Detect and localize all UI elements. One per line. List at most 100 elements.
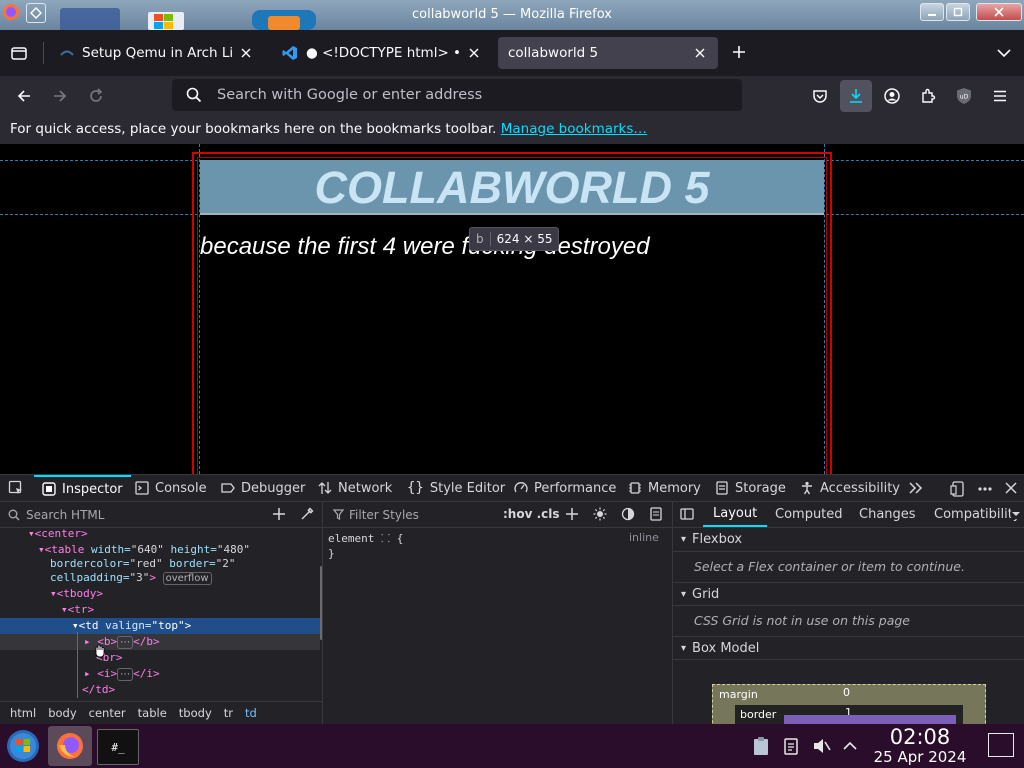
rule-source[interactable]: inline bbox=[629, 531, 659, 544]
accessibility-icon bbox=[800, 481, 814, 495]
breadcrumb-item[interactable]: html bbox=[10, 706, 36, 720]
tab-setup-qemu[interactable]: Setup Qemu in Arch Linu bbox=[50, 37, 264, 69]
toggle-sidebar-icon[interactable] bbox=[680, 507, 694, 521]
downloads-icon[interactable] bbox=[840, 80, 872, 112]
add-node-plus-icon[interactable] bbox=[272, 507, 286, 521]
ublock-origin-shield-icon[interactable]: uD bbox=[956, 87, 972, 105]
clock[interactable]: 02:08 25 Apr 2024 bbox=[868, 726, 972, 766]
list-all-tabs-chevron-down-icon[interactable] bbox=[996, 45, 1012, 61]
search-html-input[interactable]: Search HTML bbox=[26, 508, 104, 522]
forward-arrow-icon[interactable] bbox=[52, 88, 68, 104]
grid-section-header[interactable]: ▾ Grid bbox=[673, 582, 1024, 606]
add-rule-plus-icon[interactable] bbox=[565, 507, 579, 521]
node-tag: > bbox=[184, 619, 192, 632]
firefox-taskbar-icon[interactable] bbox=[48, 726, 92, 766]
light-mode-sun-icon[interactable] bbox=[593, 507, 607, 521]
element-picker-icon[interactable] bbox=[8, 480, 24, 496]
sidebar-tabs-dropdown-icon[interactable] bbox=[1011, 509, 1021, 519]
tab-style-editor[interactable]: {} Style Editor bbox=[407, 475, 505, 501]
node-attr: bordercolor= bbox=[50, 557, 130, 570]
print-media-icon[interactable] bbox=[649, 507, 663, 521]
grid-message: CSS Grid is not in use on this page bbox=[694, 613, 910, 628]
eyedropper-icon[interactable] bbox=[300, 507, 314, 521]
tab-inspector[interactable]: Inspector bbox=[34, 475, 131, 501]
tab-computed[interactable]: Computed bbox=[775, 507, 843, 522]
node-tr[interactable]: ▾<tr> bbox=[61, 603, 94, 616]
dark-mode-contrast-icon[interactable] bbox=[621, 507, 635, 521]
node-tag: <tr> bbox=[67, 603, 95, 616]
url-input-placeholder[interactable]: Search with Google or enter address bbox=[217, 87, 482, 103]
node-table[interactable]: ▾<table width="640" height="480" bbox=[38, 543, 250, 556]
tab-compatibility[interactable]: Compatibility bbox=[934, 507, 1021, 522]
breadcrumb-item-selected[interactable]: td bbox=[245, 706, 257, 720]
devtools-options-ellipsis-icon[interactable] bbox=[977, 481, 993, 497]
tab-changes[interactable]: Changes bbox=[859, 507, 916, 522]
pocket-icon[interactable] bbox=[812, 88, 828, 104]
maximize-button[interactable] bbox=[946, 3, 970, 21]
url-bar[interactable]: Search with Google or enter address bbox=[172, 79, 742, 111]
tab-storage[interactable]: Storage bbox=[715, 475, 786, 501]
tab-vscode-doctype[interactable]: ● <!DOCTYPE html> • a bbox=[272, 37, 492, 69]
pseudo-class-toggle[interactable]: :hov .cls bbox=[503, 507, 560, 521]
show-desktop-button[interactable] bbox=[988, 733, 1014, 757]
collapsed-content-badge[interactable]: ⋯ bbox=[117, 636, 134, 649]
new-tab-plus-icon[interactable] bbox=[731, 44, 747, 60]
tab-collabworld[interactable]: collabworld 5 bbox=[498, 37, 718, 69]
boxmodel-padding[interactable] bbox=[784, 715, 956, 724]
boxmodel-section-header[interactable]: ▾ Box Model bbox=[673, 636, 1024, 660]
node-center[interactable]: ▾<center> bbox=[28, 527, 88, 540]
breadcrumb-item[interactable]: table bbox=[138, 706, 167, 720]
hamburger-menu-icon[interactable] bbox=[992, 88, 1008, 104]
window-titlebar[interactable]: collabworld 5 — Mozilla Firefox bbox=[0, 0, 1024, 30]
filter-styles-input[interactable]: Filter Styles bbox=[349, 508, 419, 522]
breadcrumb-item[interactable]: tbody bbox=[179, 706, 212, 720]
clipboard-manager-icon[interactable] bbox=[752, 736, 770, 756]
close-tab-icon[interactable] bbox=[466, 45, 482, 61]
tab-network[interactable]: Network bbox=[318, 475, 392, 501]
overflow-badge[interactable]: overflow bbox=[162, 572, 212, 585]
start-menu-icon[interactable] bbox=[5, 728, 41, 764]
muted-speaker-icon[interactable] bbox=[812, 736, 832, 756]
clipboard-icon[interactable] bbox=[782, 736, 800, 756]
clock-date: 25 Apr 2024 bbox=[873, 748, 967, 766]
breadcrumb-item[interactable]: body bbox=[48, 706, 76, 720]
more-tools-chevron-icon[interactable] bbox=[908, 481, 924, 495]
boxmodel-margin[interactable]: margin 0 border 1 bbox=[712, 684, 986, 724]
boxmodel-border[interactable]: border 1 bbox=[735, 705, 963, 724]
node-tbody[interactable]: ▾<tbody> bbox=[50, 587, 103, 600]
close-devtools-icon[interactable] bbox=[1004, 481, 1018, 495]
node-td-selected[interactable]: ▾<td valign="top"> bbox=[72, 619, 191, 632]
tab-debugger[interactable]: Debugger bbox=[221, 475, 305, 501]
breadcrumb-item[interactable]: tr bbox=[224, 706, 233, 720]
minimize-button[interactable] bbox=[920, 3, 944, 21]
tab-console[interactable]: Console bbox=[135, 475, 207, 501]
tab-accessibility[interactable]: Accessibility bbox=[800, 475, 900, 501]
back-arrow-icon[interactable] bbox=[16, 88, 32, 104]
close-tab-icon[interactable] bbox=[692, 45, 708, 61]
indent-guide bbox=[77, 632, 78, 698]
reload-icon[interactable] bbox=[88, 88, 104, 104]
node-table-attrs-2[interactable]: bordercolor="red" border="2" bbox=[50, 557, 235, 570]
tab-performance[interactable]: Performance bbox=[514, 475, 616, 501]
node-i[interactable]: ▸ <i> ⋯ </i> bbox=[84, 667, 160, 681]
firefox-view-icon[interactable] bbox=[10, 44, 28, 62]
manage-bookmarks-link[interactable]: Manage bookmarks… bbox=[501, 121, 647, 137]
flexbox-section-header[interactable]: ▾ Flexbox bbox=[673, 528, 1024, 552]
tab-layout[interactable]: Layout bbox=[703, 502, 768, 527]
margin-top-value[interactable]: 0 bbox=[843, 686, 850, 699]
node-td-close[interactable]: </td> bbox=[82, 683, 115, 696]
extensions-puzzle-icon[interactable] bbox=[920, 88, 936, 104]
system-tray-chevron-up-icon[interactable] bbox=[842, 738, 858, 754]
account-icon[interactable] bbox=[884, 88, 900, 104]
collapsed-content-badge[interactable]: ⋯ bbox=[117, 668, 134, 681]
node-tag: <i> bbox=[97, 667, 118, 680]
breadcrumb-item[interactable]: center bbox=[89, 706, 126, 720]
responsive-design-mode-icon[interactable] bbox=[950, 481, 966, 497]
node-table-attrs-3[interactable]: cellpadding="3"> overflow bbox=[50, 571, 212, 585]
close-window-button[interactable] bbox=[976, 3, 1022, 21]
tab-memory[interactable]: Memory bbox=[628, 475, 701, 501]
close-tab-icon[interactable] bbox=[238, 45, 254, 61]
terminal-taskbar-icon[interactable]: #_ bbox=[97, 729, 139, 765]
tab-label: Inspector bbox=[62, 481, 123, 497]
element-rule[interactable]: element ⸬ { bbox=[328, 531, 403, 546]
